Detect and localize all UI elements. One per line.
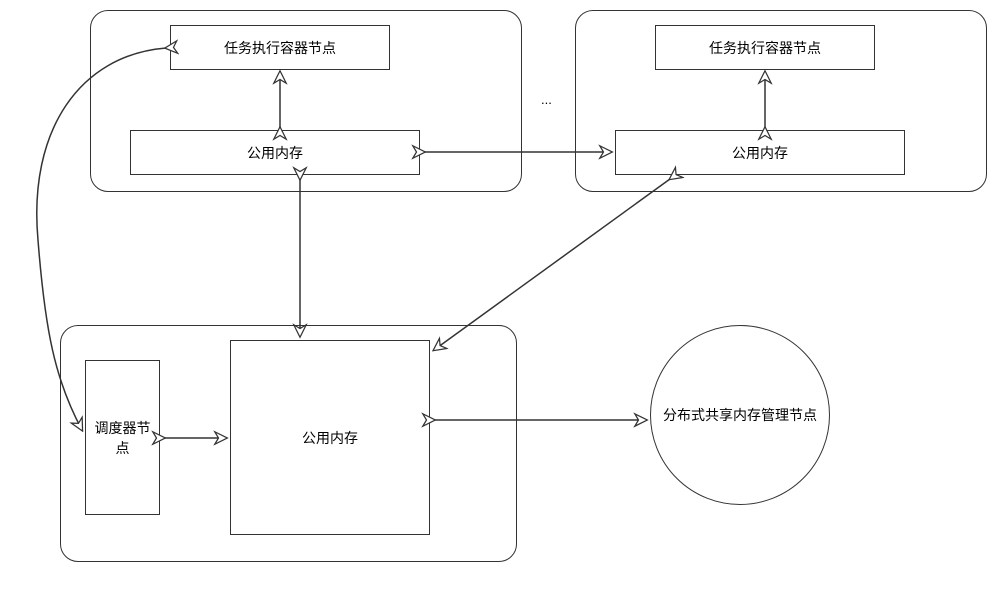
label-shared-mem-top-left: 公用内存 [247, 143, 303, 163]
circle-dsm-mgmt: 分布式共享内存管理节点 [650, 325, 830, 505]
box-task-exec-right: 任务执行容器节点 [655, 25, 875, 70]
box-task-exec-left: 任务执行容器节点 [170, 25, 390, 70]
box-shared-mem-top-right: 公用内存 [615, 130, 905, 175]
box-shared-mem-top-left: 公用内存 [130, 130, 420, 175]
label-shared-mem-bottom: 公用内存 [302, 428, 358, 448]
label-shared-mem-top-right: 公用内存 [732, 143, 788, 163]
box-shared-mem-bottom: 公用内存 [230, 340, 430, 535]
diagram-canvas: 任务执行容器节点 公用内存 任务执行容器节点 公用内存 ... 调度器节点 公用… [0, 0, 1000, 595]
label-dsm-mgmt: 分布式共享内存管理节点 [663, 405, 817, 425]
box-scheduler-node: 调度器节点 [85, 360, 160, 515]
label-task-exec-right: 任务执行容器节点 [709, 38, 821, 58]
label-task-exec-left: 任务执行容器节点 [224, 38, 336, 58]
ellipsis: ... [541, 92, 552, 107]
label-ellipsis: ... [541, 92, 552, 107]
label-scheduler-node: 调度器节点 [90, 418, 155, 458]
